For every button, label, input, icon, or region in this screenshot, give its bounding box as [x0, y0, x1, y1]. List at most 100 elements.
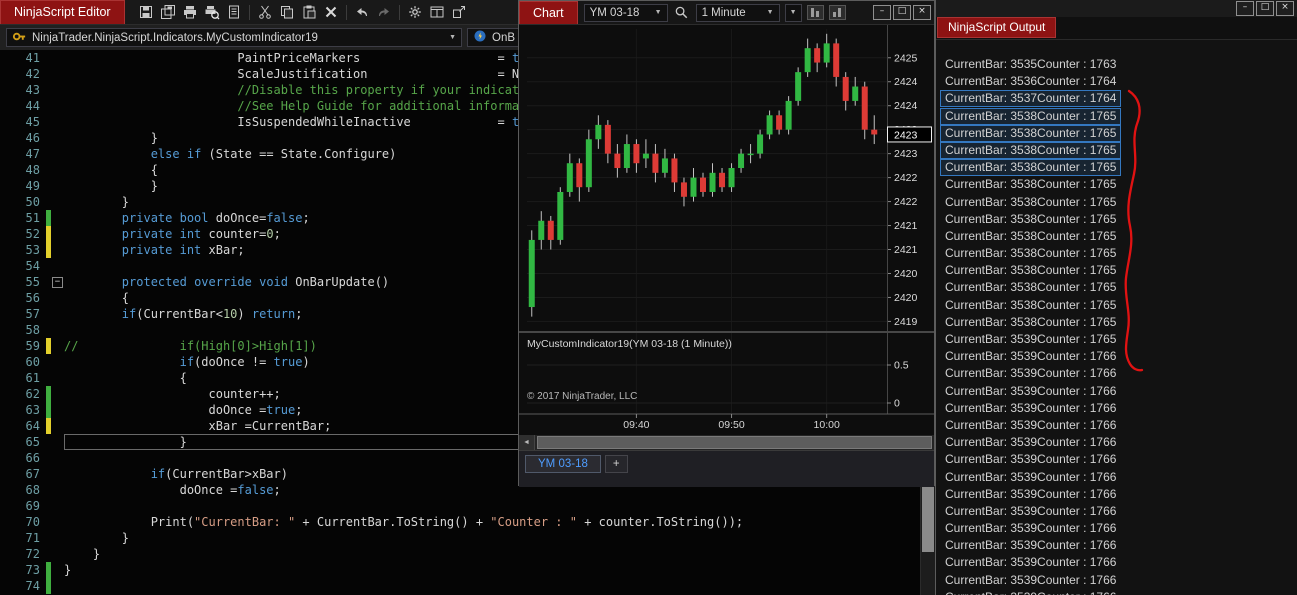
output-row[interactable]: CurrentBar: 3539Counter : 1766 [940, 520, 1121, 537]
undo-button[interactable] [351, 2, 373, 22]
save-button[interactable] [135, 2, 157, 22]
code-line[interactable]: 71 } [0, 530, 921, 546]
code-line[interactable]: 69 [0, 498, 921, 514]
output-row[interactable]: CurrentBar: 3539Counter : 1766 [940, 434, 1121, 451]
chart-window-buttons: – □ × [873, 5, 934, 20]
output-row[interactable]: CurrentBar: 3538Counter : 1765 [940, 245, 1121, 262]
output-row[interactable]: CurrentBar: 3538Counter : 1765 [940, 141, 1122, 159]
output-row[interactable]: CurrentBar: 3539Counter : 1766 [940, 537, 1121, 554]
code-text: } [64, 547, 101, 561]
class-selector-dropdown[interactable]: NinjaTrader.NinjaScript.Indicators.MyCus… [6, 28, 462, 47]
compile-button[interactable] [404, 2, 426, 22]
output-row[interactable]: CurrentBar: 3539Counter : 1766 [940, 383, 1121, 400]
chart-horizontal-scrollbar[interactable]: ◄ [519, 435, 934, 450]
toolbar-separator [398, 4, 400, 20]
output-row[interactable]: CurrentBar: 3536Counter : 1764 [940, 73, 1121, 90]
output-row[interactable]: CurrentBar: 3539Counter : 1766 [940, 486, 1121, 503]
fold-margin [51, 290, 64, 306]
code-text: } [64, 563, 72, 577]
save-all-button[interactable] [157, 2, 179, 22]
output-row[interactable]: CurrentBar: 3539Counter : 1766 [940, 365, 1121, 382]
output-row[interactable]: CurrentBar: 3538Counter : 1765 [940, 262, 1121, 279]
fold-margin [51, 482, 64, 498]
output-row[interactable]: CurrentBar: 3539Counter : 1766 [940, 348, 1121, 365]
output-row[interactable]: CurrentBar: 3539Counter : 1766 [940, 400, 1121, 417]
redo-button[interactable] [373, 2, 395, 22]
copy-button[interactable] [276, 2, 298, 22]
output-row[interactable]: CurrentBar: 3539Counter : 1766 [940, 589, 1121, 595]
line-number: 60 [25, 355, 40, 369]
output-row[interactable]: CurrentBar: 3539Counter : 1766 [940, 554, 1121, 571]
minimize-button[interactable]: – [873, 5, 891, 20]
line-number: 56 [25, 291, 40, 305]
print-preview-button[interactable] [201, 2, 223, 22]
add-tab-button[interactable]: + [604, 455, 628, 473]
output-row[interactable]: CurrentBar: 3538Counter : 1765 [940, 124, 1122, 142]
ninjascript-output-window: – □ × NinjaScript Output CurrentBar: 353… [935, 0, 1297, 595]
print-button[interactable] [179, 2, 201, 22]
collapse-toggle-icon[interactable]: − [51, 274, 64, 290]
svg-text:2422: 2422 [894, 196, 918, 208]
output-row[interactable]: CurrentBar: 3539Counter : 1765 [940, 331, 1121, 348]
output-row[interactable]: CurrentBar: 3537Counter : 1764 [940, 90, 1122, 108]
price-chart-canvas[interactable]: 2425 2424 2424 2423 2423 2422 2422 2421 2421 2420… [519, 25, 934, 435]
export-button[interactable] [448, 2, 470, 22]
output-row[interactable]: CurrentBar: 3538Counter : 1765 [940, 211, 1121, 228]
code-line[interactable]: 74 [0, 578, 921, 594]
output-row[interactable]: CurrentBar: 3539Counter : 1766 [940, 469, 1121, 486]
svg-text:2422: 2422 [894, 172, 918, 184]
restore-button[interactable]: □ [893, 5, 911, 20]
output-row[interactable]: CurrentBar: 3538Counter : 1765 [940, 228, 1121, 245]
code-line[interactable]: 70 Print("CurrentBar: " + CurrentBar.ToS… [0, 514, 921, 530]
code-line[interactable]: 72 } [0, 546, 921, 562]
fold-margin [51, 434, 64, 450]
scroll-left-button[interactable]: ◄ [519, 435, 535, 450]
restore-button[interactable]: □ [1256, 1, 1274, 16]
output-row[interactable]: CurrentBar: 3538Counter : 1765 [940, 107, 1122, 125]
fold-margin [51, 402, 64, 418]
line-number: 43 [25, 83, 40, 97]
close-button[interactable]: × [1276, 1, 1294, 16]
fold-margin [51, 114, 64, 130]
interval-value: 1 Minute [701, 6, 746, 19]
print-preview-icon [205, 6, 220, 20]
close-button[interactable]: × [913, 5, 931, 20]
interval-selector[interactable]: 1 Minute ▼ [695, 3, 780, 22]
output-row[interactable]: CurrentBar: 3539Counter : 1766 [940, 572, 1121, 589]
export-icon [452, 6, 465, 18]
svg-text:© 2017 NinjaTrader, LLC: © 2017 NinjaTrader, LLC [527, 391, 637, 402]
output-row[interactable]: CurrentBar: 3538Counter : 1765 [940, 297, 1121, 314]
window-layout-button[interactable] [426, 2, 448, 22]
code-line[interactable]: 73} [0, 562, 921, 578]
line-number: 70 [25, 515, 40, 529]
cut-icon [258, 5, 271, 19]
page-setup-button[interactable] [223, 2, 245, 22]
output-row[interactable]: CurrentBar: 3539Counter : 1766 [940, 451, 1121, 468]
delete-button[interactable] [320, 2, 342, 22]
output-row[interactable]: CurrentBar: 3539Counter : 1766 [940, 503, 1121, 520]
fold-margin [51, 306, 64, 322]
output-row[interactable]: CurrentBar: 3538Counter : 1765 [940, 176, 1121, 193]
output-row[interactable]: CurrentBar: 3538Counter : 1765 [940, 279, 1121, 296]
fold-margin [51, 322, 64, 338]
chart-tab-ym-03-18[interactable]: YM 03-18 [525, 455, 601, 473]
instrument-selector[interactable]: YM 03-18 ▼ [583, 3, 668, 22]
fold-margin [51, 98, 64, 114]
interval-menu-chevron[interactable]: ▼ [784, 3, 802, 22]
output-row[interactable]: CurrentBar: 3539Counter : 1766 [940, 417, 1121, 434]
paste-button[interactable] [298, 2, 320, 22]
scrollbar-thumb[interactable] [537, 436, 932, 449]
output-row[interactable]: CurrentBar: 3538Counter : 1765 [940, 194, 1121, 211]
output-row[interactable]: CurrentBar: 3538Counter : 1765 [940, 159, 1122, 177]
search-icon[interactable] [673, 4, 691, 22]
fold-margin [51, 546, 64, 562]
fold-margin [51, 514, 64, 530]
chart-style-bar-button[interactable] [828, 5, 846, 20]
output-row[interactable]: CurrentBar: 3538Counter : 1765 [940, 314, 1121, 331]
chart-style-candlestick-button[interactable] [806, 5, 824, 20]
svg-text:2423: 2423 [894, 129, 918, 141]
line-number: 71 [25, 531, 40, 545]
minimize-button[interactable]: – [1236, 1, 1254, 16]
cut-button[interactable] [254, 2, 276, 22]
output-row[interactable]: CurrentBar: 3535Counter : 1763 [940, 56, 1121, 73]
